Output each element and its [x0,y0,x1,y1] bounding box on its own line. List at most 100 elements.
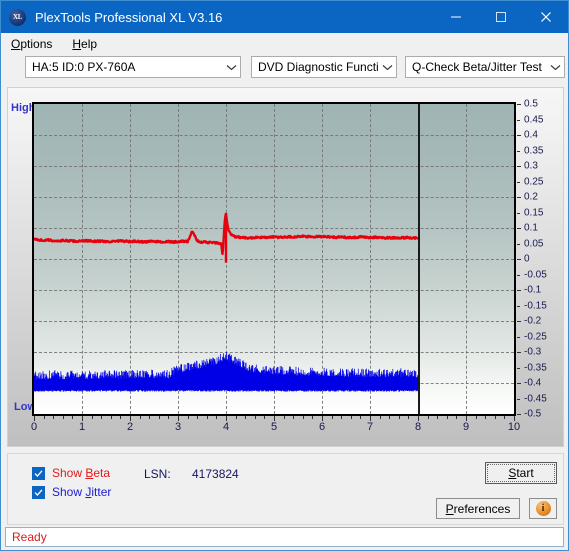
x-axis-tick-label: 3 [174,421,182,433]
y-axis-tick [517,135,521,136]
y-axis-tick [517,150,520,152]
y-axis-tick [517,119,520,121]
title-bar: XL PlexTools Professional XL V3.16 [1,1,568,33]
x-axis-tick [312,416,314,419]
controls-group: Show Beta Show Jitter LSN: 4173824 Start… [7,453,564,525]
x-axis-tick [398,416,400,419]
x-axis-tick [197,416,199,419]
y-axis-tick-label: 0.15 [524,207,544,218]
y-axis-tick [517,414,521,415]
y-axis-tick-label: -0.3 [524,346,542,358]
function-select[interactable]: DVD Diagnostic Functions [251,56,397,78]
x-axis-tick-label: 0 [30,421,38,433]
x-axis-tick [91,416,93,419]
y-axis-tick-label: 0.1 [524,222,538,234]
x-axis-tick [408,416,410,419]
y-axis-tick [517,398,520,400]
x-axis-tick [350,416,352,419]
x-axis-tick [43,416,45,419]
y-axis-tick [517,104,521,105]
x-axis-tick [168,416,170,419]
y-axis-tick-label: 0.2 [524,191,538,203]
x-axis-tick-label: 4 [222,421,230,433]
chevron-down-icon [546,64,564,71]
drive-select-value: HA:5 ID:0 PX-760A [32,60,136,74]
y-axis-tick-label: -0.25 [524,331,547,342]
x-axis-tick [341,416,343,419]
x-axis-tick [302,416,304,419]
x-axis-tick [149,416,151,419]
window-title: PlexTools Professional XL V3.16 [35,9,223,25]
menu-item-help[interactable]: Help [70,35,105,53]
x-axis-tick-label: 8 [414,421,422,433]
y-axis-tick-label: -0.5 [524,408,542,420]
y-axis-tick-label: 0.25 [524,176,544,187]
y-axis-tick [517,367,520,369]
lsn-value: 4173824 [192,467,239,481]
y-axis-tick [517,259,521,260]
x-axis-tick [504,416,506,419]
x-axis-tick [379,416,381,419]
x-axis-tick [72,416,74,419]
x-axis-tick [187,416,189,419]
x-axis-tick-label: 1 [78,421,86,433]
y-axis-tick [517,243,520,245]
y-axis-tick-label: 0 [524,253,530,265]
show-jitter-checkbox[interactable]: Show Jitter [32,485,111,499]
x-axis-tick [264,416,266,419]
x-axis-tick [110,416,112,419]
x-axis-tick [446,416,448,419]
function-select-value: DVD Diagnostic Functions [258,60,378,74]
menu-bar: Options Help [1,33,568,55]
y-axis-tick [517,274,520,276]
x-axis-tick [456,416,458,419]
x-axis-tick [120,416,122,419]
info-button[interactable]: i [529,498,557,519]
status-text: Ready [12,530,47,544]
info-icon: i [535,501,551,516]
toolbar: HA:5 ID:0 PX-760A DVD Diagnostic Functio… [1,55,568,79]
chevron-down-icon [378,64,396,71]
x-axis-tick [360,416,362,419]
y-axis-tick [517,336,520,338]
x-axis-tick [331,416,333,419]
x-axis-tick-label: 10 [507,421,521,433]
x-axis-tick [254,416,256,419]
show-beta-label: Show Beta [52,466,111,480]
y-axis-tick [517,212,520,214]
y-axis-tick [517,166,521,167]
preferences-button[interactable]: Preferences [436,498,520,519]
checkmark-icon [32,466,45,480]
minimize-icon[interactable] [433,1,478,33]
chevron-down-icon [222,64,240,71]
test-select[interactable]: Q-Check Beta/Jitter Test [405,56,565,78]
y-axis-tick [517,197,521,198]
y-axis-tick-label: 0.45 [524,114,544,125]
x-axis-tick [283,416,285,419]
app-xl-badge-icon: XL [9,8,26,26]
x-axis-tick [216,416,218,419]
maximize-icon[interactable] [478,1,523,33]
x-axis-tick [139,416,141,419]
menu-item-options[interactable]: Options [9,35,60,53]
chart-panel: High Low 0.5 0.45 0.4 0.35 0.3 0.25 0.2 0.15 0.1… [7,87,564,447]
x-axis-tick [235,416,237,419]
drive-select[interactable]: HA:5 ID:0 PX-760A [25,56,241,78]
window-buttons [433,1,568,33]
status-bar: Ready [5,527,564,547]
y-axis-tick-label: -0.4 [524,377,542,389]
y-axis-tick-label: -0.2 [524,315,542,327]
y-axis-tick [517,321,521,322]
y-axis-tick-label: -0.05 [524,269,547,280]
show-beta-checkbox[interactable]: Show Beta [32,466,110,480]
x-axis-tick [437,416,439,419]
show-jitter-label: Show Jitter [52,485,112,499]
y-axis-tick-label: 0.3 [524,160,538,172]
x-axis-tick-label: 5 [270,421,278,433]
start-button[interactable]: Start [485,462,557,484]
close-icon[interactable] [523,1,568,33]
x-axis-tick [427,416,429,419]
y-axis-tick [517,305,520,307]
test-select-value: Q-Check Beta/Jitter Test [412,60,542,74]
y-axis-tick-label: -0.35 [524,362,547,373]
